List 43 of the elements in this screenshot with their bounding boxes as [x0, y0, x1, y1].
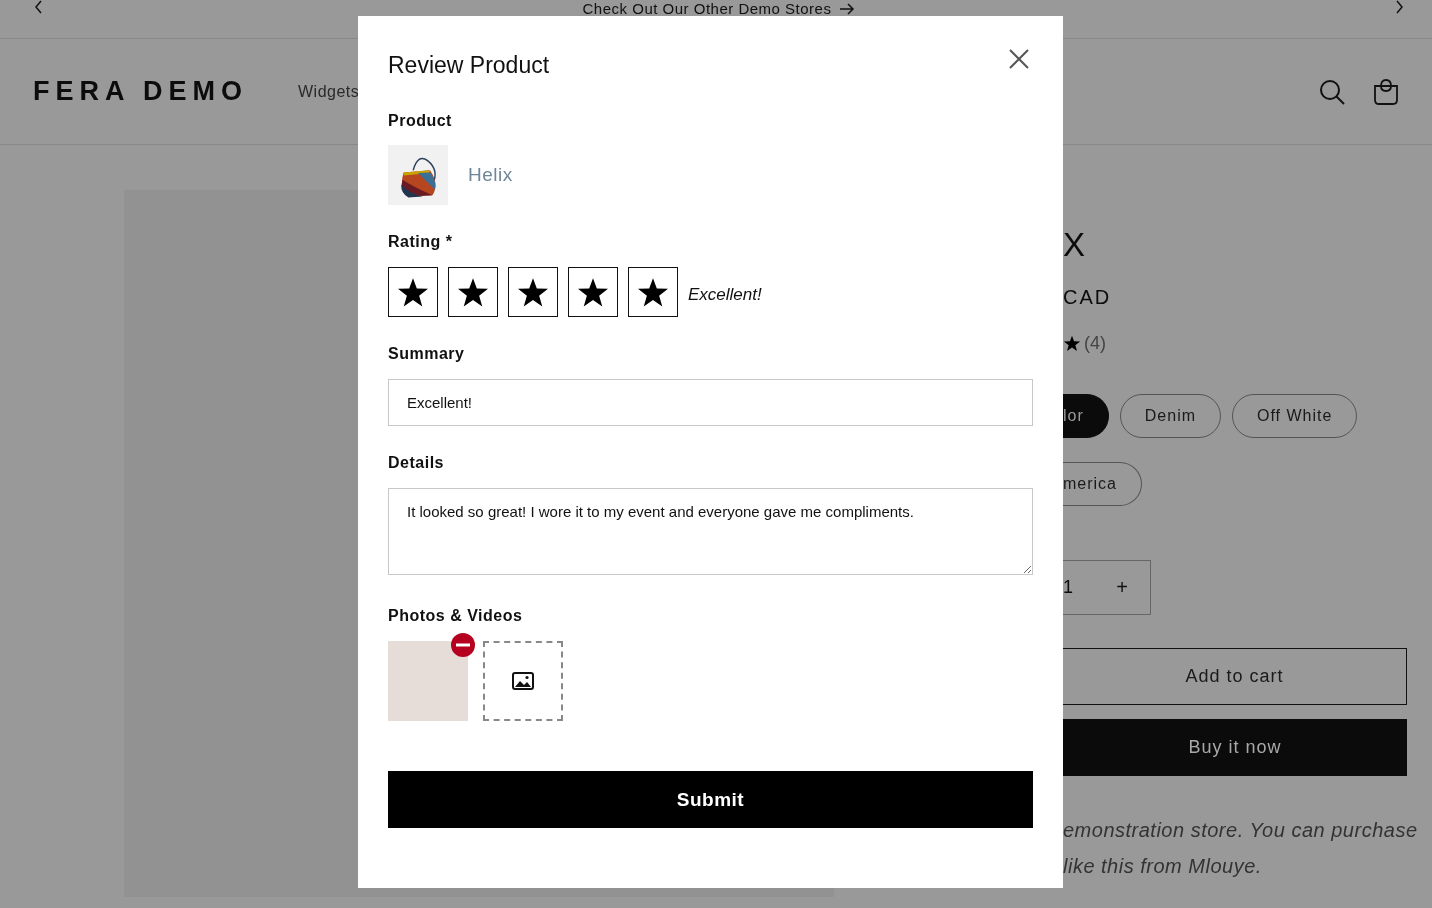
product-description: emonstration store. You can purchase like this from Mlouye. — [1063, 818, 1418, 879]
product-title: X — [1063, 226, 1085, 264]
nav-link[interactable]: Widgets — [298, 82, 360, 100]
close-icon[interactable] — [1009, 49, 1029, 69]
star-button[interactable] — [628, 267, 678, 317]
star-icon — [578, 277, 608, 307]
field-label: Rating * — [388, 233, 454, 251]
star-button[interactable] — [568, 267, 618, 317]
buy-now-button[interactable]: Buy it now — [1063, 719, 1407, 776]
product-name: Helix — [468, 164, 513, 186]
chevron-right-icon[interactable] — [1394, 0, 1404, 14]
image-icon — [512, 672, 534, 690]
details-field[interactable]: It looked so great! I wore it to my event and everyone gave me compliments. — [388, 488, 1033, 575]
product-price: CAD — [1063, 286, 1112, 309]
modal-title: Review Product — [388, 51, 550, 79]
increment-button[interactable]: + — [1110, 575, 1134, 600]
star-icon — [638, 277, 668, 307]
star-button[interactable] — [508, 267, 558, 317]
search-icon[interactable] — [1319, 78, 1345, 105]
variant-option[interactable]: lor — [1063, 394, 1109, 438]
field-label: Summary — [388, 345, 466, 363]
star-button[interactable] — [448, 267, 498, 317]
remove-icon[interactable] — [451, 633, 475, 657]
field-label: Photos & Videos — [388, 607, 524, 625]
quantity-value[interactable]: 1 — [1063, 577, 1073, 598]
upload-button[interactable] — [483, 641, 563, 721]
arrow-right-icon — [839, 2, 856, 15]
add-to-cart-button[interactable]: Add to cart — [1063, 648, 1407, 705]
summary-field[interactable]: Excellent! — [388, 379, 1033, 426]
star-button[interactable] — [388, 267, 438, 317]
star-icon — [398, 277, 428, 307]
star-icon — [458, 277, 488, 307]
star-icon — [1063, 335, 1081, 352]
cart-icon[interactable] — [1373, 78, 1399, 105]
review-count[interactable]: (4) — [1084, 333, 1106, 354]
store-logo[interactable]: FERA DEMO — [33, 76, 248, 107]
field-label: Product — [388, 112, 453, 130]
star-icon — [518, 277, 548, 307]
submit-button[interactable]: Submit — [388, 771, 1033, 828]
announcement-text[interactable]: Check Out Our Other Demo Stores — [582, 0, 832, 17]
rating-text: Excellent! — [688, 285, 762, 305]
chevron-left-icon[interactable] — [34, 0, 44, 14]
field-label: Details — [388, 454, 445, 472]
